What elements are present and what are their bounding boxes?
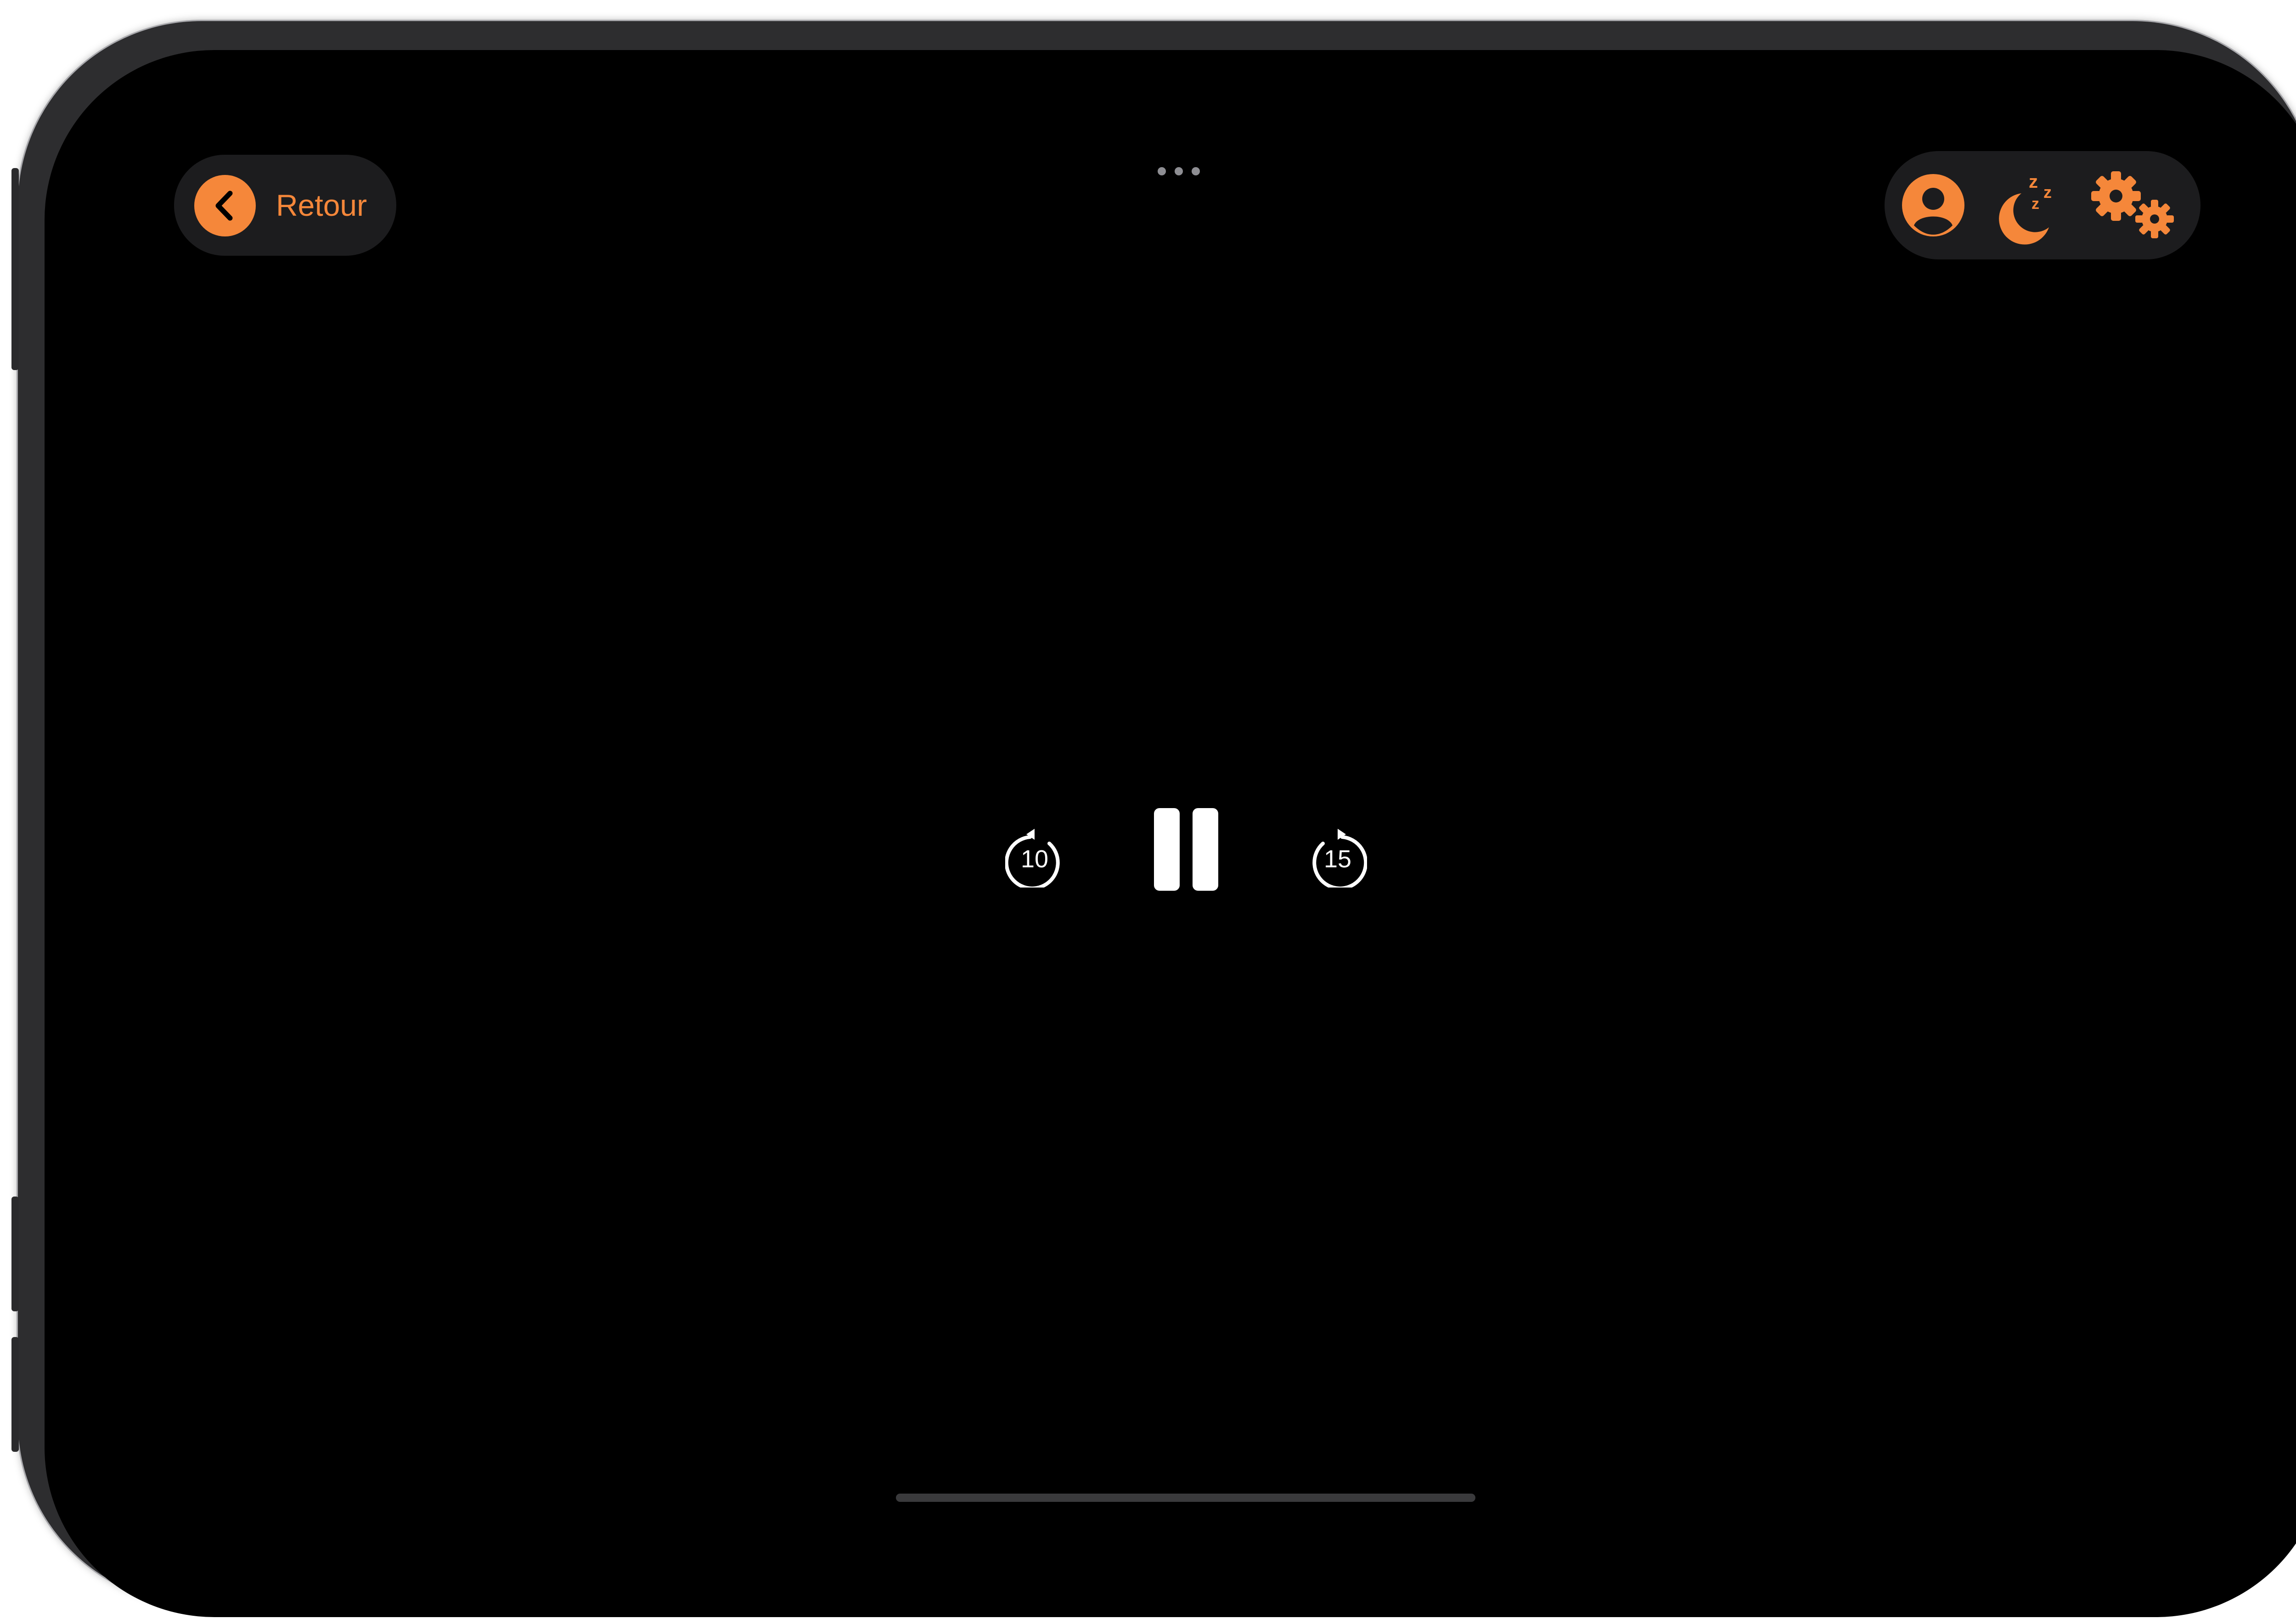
person-circle-icon[interactable] <box>1901 173 1965 237</box>
pause-button[interactable] <box>1154 808 1218 891</box>
volume-button-middle <box>11 1197 19 1311</box>
rotate-right-icon: 15 <box>1312 829 1368 890</box>
volume-button-bottom <box>11 1337 19 1452</box>
gears-icon[interactable] <box>2089 169 2181 243</box>
svg-text:z: z <box>2032 195 2039 213</box>
pause-icon <box>1193 808 1218 891</box>
rotate-left-icon: 10 <box>1004 829 1060 890</box>
back-label: Retour <box>276 188 367 222</box>
header-actions: z z z <box>1885 151 2200 259</box>
ellipsis-icon[interactable] <box>1158 165 1200 178</box>
moon-zzz-icon[interactable]: z z z <box>1995 163 2064 246</box>
skip-forward-label: 15 <box>1324 845 1351 873</box>
dot <box>1192 167 1200 175</box>
player-screen: Retour z z z 10 15 <box>45 50 2296 1617</box>
dot <box>1158 167 1166 175</box>
skip-back-label: 10 <box>1021 845 1048 873</box>
back-button[interactable]: Retour <box>174 155 396 256</box>
chevron-left-icon <box>194 175 256 236</box>
skip-forward-button[interactable]: 15 <box>1307 814 1368 890</box>
pause-icon <box>1154 808 1180 891</box>
dot <box>1175 167 1183 175</box>
skip-back-button[interactable]: 10 <box>1004 814 1065 890</box>
tablet-frame: Retour z z z 10 15 <box>11 21 2296 1617</box>
svg-text:z: z <box>2029 172 2038 192</box>
volume-button-top <box>11 168 19 370</box>
svg-text:z: z <box>2043 183 2052 202</box>
home-indicator[interactable] <box>896 1494 1475 1502</box>
